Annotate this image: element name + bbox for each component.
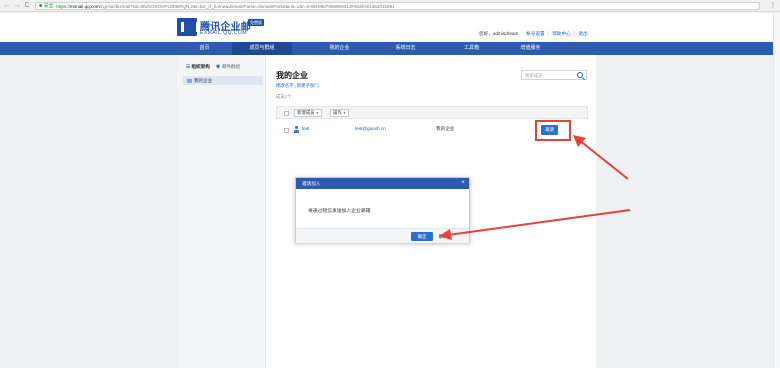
operations-label: 操作 [333, 110, 342, 115]
browser-menu-icon[interactable]: ⋮ [769, 1, 777, 11]
account-settings-link[interactable]: 帐号设置 [526, 31, 544, 36]
nav-system-log[interactable]: 系统日志 [378, 42, 433, 55]
org-icon: ☰ [186, 64, 191, 69]
logout-link[interactable]: 退出 [578, 31, 587, 36]
page-scrollbar[interactable] [773, 13, 780, 368]
url-protocol: https:// [56, 3, 71, 9]
search-icon[interactable] [577, 72, 583, 78]
rename-link[interactable]: 修改名字 [276, 83, 294, 88]
browser-toolbar: ← → C ■ 安全 https://exmail.qq.com/cgi-bin… [0, 0, 780, 12]
back-icon[interactable]: ← [3, 1, 11, 11]
nav-value-added[interactable]: 增值服务 [503, 42, 558, 55]
member-count: 成员1个 [276, 94, 292, 99]
title-links: 修改名字|新建子部门 [276, 83, 319, 88]
member-toolbar [276, 106, 588, 119]
dialog-footer: 确定 取消 [296, 228, 469, 243]
forward-icon[interactable]: → [13, 1, 21, 11]
confirm-button[interactable]: 确定 [411, 232, 433, 241]
member-email: test@guoxh.cn [355, 126, 386, 131]
edition-badge: 免费版 [248, 19, 264, 26]
page-title: 我的企业 [276, 71, 308, 80]
user-bar: 您好，admindream 帐号设置 | 帮助中心 | 退出 [479, 31, 588, 36]
logo-icon[interactable] [177, 18, 199, 36]
cancel-button[interactable]: 取消 [435, 232, 451, 241]
add-member-label: 新增成员 [297, 110, 315, 115]
lock-icon: ■ [39, 3, 43, 9]
sidebar-tabs: ☰ 组织架构 ◉ 邮件群组 [183, 63, 263, 71]
invite-dialog: 邀请加入 × 将通过短信发送加入企业邮箱 确定 取消 [295, 177, 470, 243]
site-header [0, 13, 780, 42]
annotation-highlight-box [535, 120, 571, 141]
chevron-down-icon: ▼ [315, 111, 320, 115]
sidebar [177, 55, 266, 368]
new-subdepartment-link[interactable]: 新建子部门 [297, 83, 319, 88]
close-icon[interactable]: × [459, 178, 467, 189]
main-nav: 首页 成员与群组 我的企业 系统日志 工具箱 增值服务 [0, 42, 780, 55]
group-icon: ◉ [215, 64, 221, 69]
search-box [521, 70, 587, 80]
address-bar[interactable]: ■ 安全 https://exmail.qq.com/cgi-bin/bizma… [35, 2, 760, 10]
row-checkbox[interactable] [284, 128, 289, 133]
logo-subtitle: EXMAIL.QQ.COM [200, 30, 248, 36]
url-host: exmail.qq.com [70, 3, 100, 9]
dialog-title: 邀请加入 [296, 178, 469, 189]
tab-mail-groups[interactable]: ◉ 邮件群组 [213, 63, 243, 71]
greeting: 您好，admindream [479, 31, 519, 36]
nav-my-company[interactable]: 我的企业 [312, 42, 367, 55]
search-input[interactable] [522, 71, 576, 79]
sidebar-item-label: 我的企业 [194, 78, 213, 83]
folder-icon [187, 78, 192, 83]
add-member-button[interactable]: 新增成员▼ [294, 109, 323, 117]
reload-icon[interactable]: C [23, 1, 31, 11]
url-path: /cgi-bin/bizmail?sid=BwGOXOVPL0DBRQN,2&t… [99, 3, 395, 9]
dialog-message: 将通过短信发送加入企业邮箱 [308, 209, 371, 214]
member-department: 我的企业 [436, 126, 455, 131]
user-icon [294, 126, 299, 133]
tab-org-structure-label: 组织架构 [191, 64, 210, 69]
sidebar-item-my-company[interactable]: 我的企业 [183, 76, 263, 85]
help-center-link[interactable]: 帮助中心 [552, 31, 570, 36]
nav-toolbox[interactable]: 工具箱 [444, 42, 499, 55]
select-all-checkbox[interactable] [284, 111, 289, 116]
tab-org-structure[interactable]: ☰ 组织架构 [183, 63, 213, 71]
nav-home[interactable]: 首页 [177, 42, 232, 55]
secure-label: 安全 [44, 3, 54, 8]
tab-mail-groups-label: 邮件群组 [221, 64, 241, 69]
nav-members[interactable]: 成员与群组 [232, 42, 292, 55]
member-name[interactable]: test [302, 126, 309, 131]
operations-button[interactable]: 操作▼ [330, 109, 350, 117]
chevron-down-icon: ▼ [342, 111, 347, 115]
